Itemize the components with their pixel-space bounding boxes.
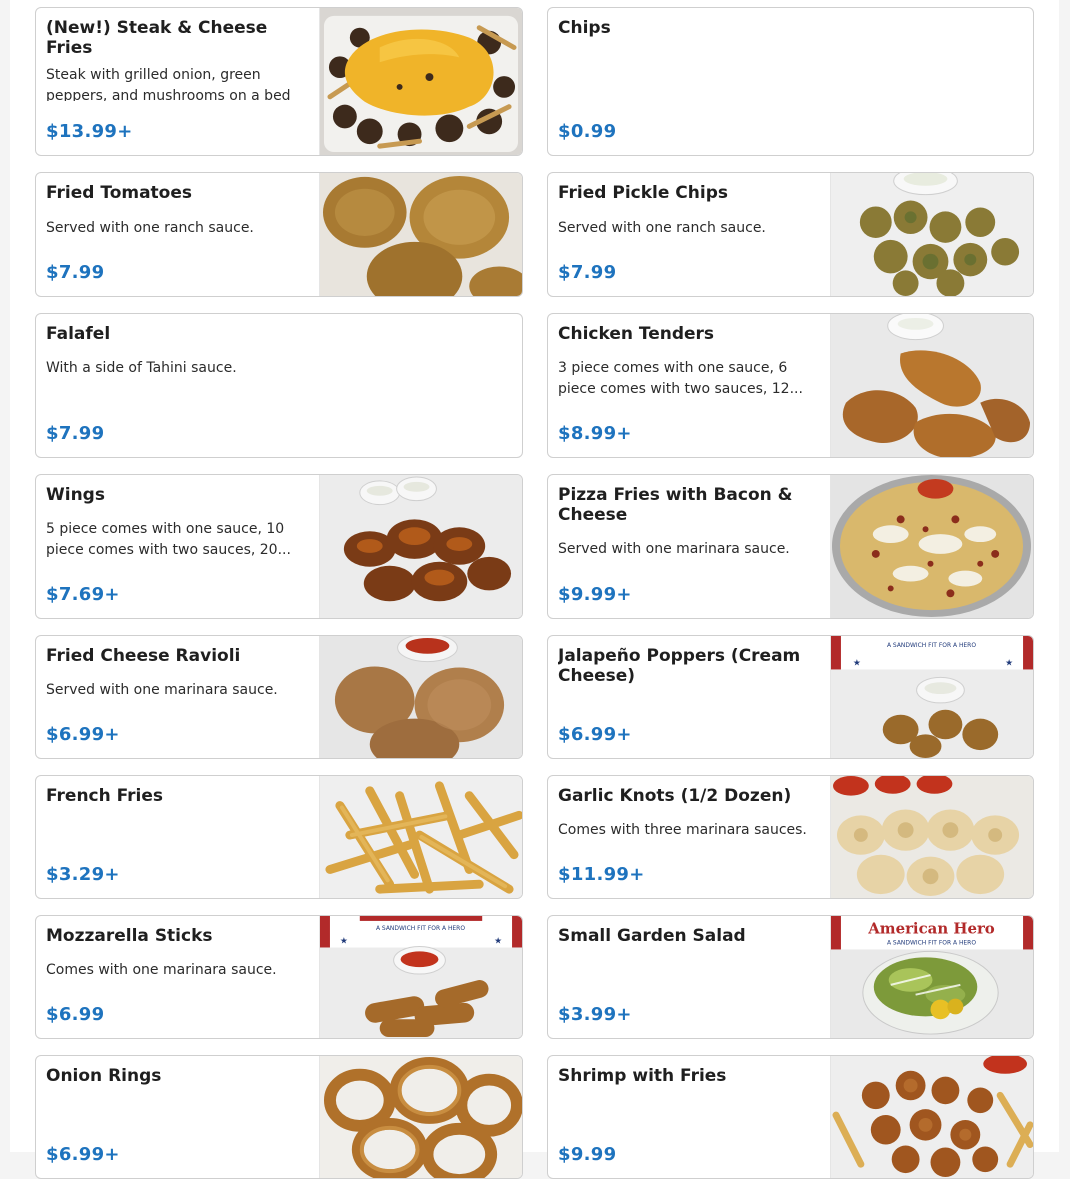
item-price: $0.99 xyxy=(558,121,617,142)
menu-item-card-mozzarella-sticks[interactable]: Mozzarella Sticks Comes with one marinar… xyxy=(35,915,523,1039)
item-description: Comes with one marinara sauce. xyxy=(46,962,277,978)
menu-item-card-pizza-fries[interactable]: Pizza Fries with Bacon & Cheese Served w… xyxy=(547,474,1034,619)
banner-tagline: A SANDWICH FIT FOR A HERO xyxy=(376,925,465,932)
item-description: Served with one ranch sauce. xyxy=(46,220,254,236)
item-title: Pizza Fries with Bacon & Cheese xyxy=(558,485,793,525)
item-price: $6.99+ xyxy=(558,724,632,745)
menu-item-card-small-garden-salad[interactable]: Small Garden Salad $3.99+ American Hero … xyxy=(547,915,1034,1039)
menu-item-card-fried-cheese-ravioli[interactable]: Fried Cheese Ravioli Served with one mar… xyxy=(35,635,523,759)
onion-rings-photo xyxy=(319,1056,522,1178)
banner-tagline: A SANDWICH FIT FOR A HERO xyxy=(887,642,976,649)
item-price: $13.99+ xyxy=(46,121,133,142)
mozzarella-sticks-photo: ★ ★ A SANDWICH FIT FOR A HERO xyxy=(319,916,522,1038)
banner-tagline: A SANDWICH FIT FOR A HERO xyxy=(887,940,976,947)
item-title: Chicken Tenders xyxy=(558,324,715,344)
item-price: $11.99+ xyxy=(558,864,645,885)
item-title: Falafel xyxy=(46,324,111,344)
item-title: Shrimp with Fries xyxy=(558,1066,727,1086)
item-price: $6.99 xyxy=(46,1004,105,1025)
pizza-fries-photo xyxy=(830,475,1033,618)
svg-text:★: ★ xyxy=(340,937,348,947)
menu-page: (New!) Steak & Cheese Fries Steak with g… xyxy=(10,0,1059,1179)
svg-text:★: ★ xyxy=(494,937,502,947)
item-price: $7.69+ xyxy=(46,584,120,605)
item-title: Jalapeño Poppers (Cream Cheese) xyxy=(558,646,801,686)
item-title: Fried Pickle Chips xyxy=(558,183,728,203)
shrimp-fries-photo xyxy=(830,1056,1033,1178)
item-title: Wings xyxy=(46,485,105,505)
french-fries-photo xyxy=(319,776,522,898)
svg-text:★: ★ xyxy=(1005,659,1013,669)
fried-pickle-chips-photo xyxy=(830,173,1033,296)
menu-item-card-chicken-tenders[interactable]: Chicken Tenders 3 piece comes with one s… xyxy=(547,313,1034,458)
item-title: Garlic Knots (1/2 Dozen) xyxy=(558,786,792,806)
menu-item-card-jalapeno-poppers[interactable]: Jalapeño Poppers (Cream Cheese) $6.99+ ★… xyxy=(547,635,1034,759)
jalapeno-poppers-photo: ★ ★ A SANDWICH FIT FOR A HERO xyxy=(830,636,1033,758)
fried-tomatoes-photo xyxy=(319,173,522,296)
item-description: Served with one marinara sauce. xyxy=(558,541,790,557)
item-price: $3.99+ xyxy=(558,1004,632,1025)
item-title: (New!) Steak & Cheese Fries xyxy=(46,18,268,58)
banner-brand: American Hero xyxy=(867,921,995,938)
menu-item-card-fried-tomatoes[interactable]: Fried Tomatoes Served with one ranch sau… xyxy=(35,172,523,297)
steak-cheese-fries-photo xyxy=(319,8,522,155)
menu-item-card-french-fries[interactable]: French Fries $3.29+ xyxy=(35,775,523,899)
menu-item-card-chips[interactable]: Chips $0.99 xyxy=(547,7,1034,156)
item-description: 3 piece comes with one sauce, 6 piece co… xyxy=(558,360,803,397)
item-description: 5 piece comes with one sauce, 10 piece c… xyxy=(46,521,291,558)
item-title: Onion Rings xyxy=(46,1066,162,1086)
item-description: Served with one ranch sauce. xyxy=(558,220,766,236)
item-description: Steak with grilled onion, green peppers,… xyxy=(46,67,291,101)
wings-photo xyxy=(319,475,522,618)
item-title: Chips xyxy=(558,18,611,38)
garden-salad-photo: American Hero A SANDWICH FIT FOR A HERO xyxy=(830,916,1033,1038)
menu-item-card-fried-pickle-chips[interactable]: Fried Pickle Chips Served with one ranch… xyxy=(547,172,1034,297)
menu-item-card-falafel[interactable]: Falafel With a side of Tahini sauce. $7.… xyxy=(35,313,523,458)
item-title: Fried Cheese Ravioli xyxy=(46,646,241,666)
item-title: Small Garden Salad xyxy=(558,926,746,946)
menu-item-card-steak-cheese-fries[interactable]: (New!) Steak & Cheese Fries Steak with g… xyxy=(35,7,523,156)
garlic-knots-photo xyxy=(830,776,1033,898)
item-price: $6.99+ xyxy=(46,1144,120,1165)
fried-ravioli-photo xyxy=(319,636,522,758)
item-price: $8.99+ xyxy=(558,423,632,444)
item-description: Comes with three marinara sauces. xyxy=(558,822,807,838)
item-price: $9.99+ xyxy=(558,584,632,605)
menu-item-card-garlic-knots[interactable]: Garlic Knots (1/2 Dozen) Comes with thre… xyxy=(547,775,1034,899)
item-price: $6.99+ xyxy=(46,724,120,745)
item-title: French Fries xyxy=(46,786,164,806)
menu-item-card-wings[interactable]: Wings 5 piece comes with one sauce, 10 p… xyxy=(35,474,523,619)
item-price: $7.99 xyxy=(46,262,105,283)
item-title: Fried Tomatoes xyxy=(46,183,193,203)
item-price: $3.29+ xyxy=(46,864,120,885)
item-price: $7.99 xyxy=(46,423,105,444)
item-description: With a side of Tahini sauce. xyxy=(46,360,237,376)
item-price: $7.99 xyxy=(558,262,617,283)
item-price: $9.99 xyxy=(558,1144,617,1165)
svg-text:★: ★ xyxy=(853,659,861,669)
item-title: Mozzarella Sticks xyxy=(46,926,213,946)
menu-item-card-shrimp-with-fries[interactable]: Shrimp with Fries $9.99 xyxy=(547,1055,1034,1179)
chicken-tenders-photo xyxy=(830,314,1033,457)
item-description: Served with one marinara sauce. xyxy=(46,682,278,698)
menu-item-card-onion-rings[interactable]: Onion Rings $6.99+ xyxy=(35,1055,523,1179)
